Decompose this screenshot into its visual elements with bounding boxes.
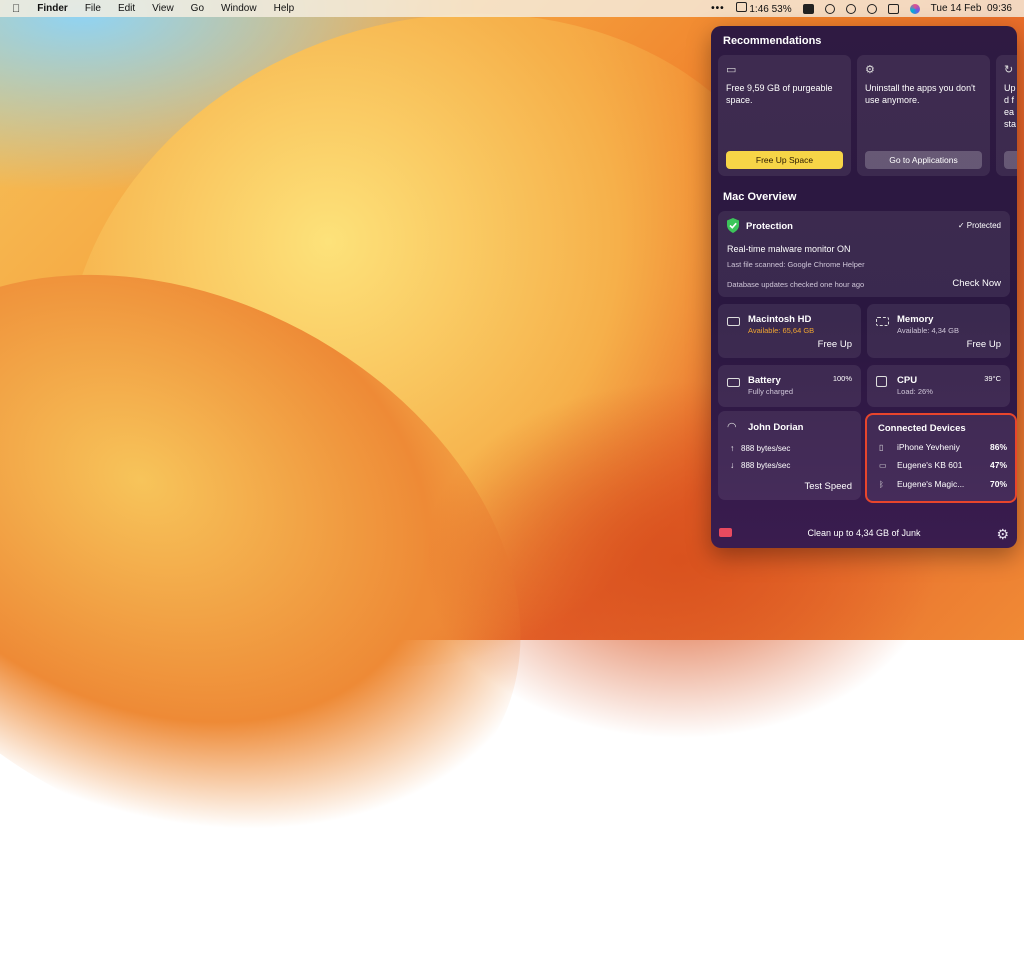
device-name: iPhone Yevheniy [897, 442, 960, 452]
vpn-icon[interactable] [824, 3, 835, 14]
cpu-temperature: 39°C [984, 374, 1001, 383]
protection-card: Protection ✓ Protected Real-time malware… [718, 211, 1010, 297]
battery-text: 1:46 53% [749, 4, 792, 15]
recommendation-card-partial: ↻ Upd fea sta [996, 55, 1017, 176]
recommendation-button-partial[interactable] [1004, 151, 1017, 169]
battery-percent: 100% [832, 374, 852, 383]
control-center-icon[interactable] [887, 3, 899, 14]
menu-clock[interactable]: Tue 14 Feb 09:36 [931, 3, 1012, 14]
last-file-scanned: Last file scanned: Google Chrome Helper [727, 260, 865, 269]
memory-card[interactable]: Memory Available: 4,34 GB Free Up [867, 304, 1010, 358]
update-icon: ↻ [1004, 64, 1014, 76]
disk-available: Available: 65,64 GB [748, 326, 815, 335]
battery-state: Fully charged [748, 387, 794, 396]
device-name: Eugene's Magic... [897, 479, 965, 489]
gear-icon[interactable]: ⚙ [996, 526, 1009, 543]
device-name: Eugene's KB 601 [897, 460, 963, 470]
recommendation-card: ⚙ Uninstall the apps you don't use anymo… [857, 55, 990, 176]
menu-go[interactable]: Go [191, 3, 204, 14]
cleanmymac-menu-icon[interactable] [802, 3, 814, 14]
menu-bar:  Finder File Edit View Go Window Help •… [0, 0, 1024, 17]
database-update-status: Database updates checked one hour ago [727, 280, 865, 289]
protection-title: Protection [746, 221, 793, 232]
bluetooth-icon: ᛒ [879, 480, 884, 489]
recommendation-text: Upd fea sta [1004, 83, 1017, 129]
cpu-chip-icon [876, 376, 887, 387]
connected-devices-card[interactable]: Connected Devices ▯ iPhone Yevheniy 86% … [865, 413, 1017, 503]
free-up-space-button[interactable]: Free Up Space [726, 151, 843, 169]
battery-card[interactable]: Battery Fully charged 100% [718, 365, 861, 407]
memory-title: Memory [897, 314, 934, 325]
go-to-applications-button[interactable]: Go to Applications [865, 151, 982, 169]
cpu-load: Load: 26% [897, 387, 933, 396]
play-icon[interactable] [866, 3, 877, 14]
more-icon[interactable]: ••• [711, 3, 725, 14]
battery-title: Battery [748, 375, 781, 386]
cleanmymac-panel: Recommendations ▭ Free 9,59 GB of purgea… [711, 26, 1017, 548]
siri-icon[interactable] [909, 3, 920, 14]
disk-icon: ▭ [726, 64, 737, 76]
device-battery: 70% [989, 479, 1007, 489]
recommendations-title: Recommendations [723, 35, 822, 47]
recommendation-text: Free 9,59 GB of purgeable space. [726, 83, 833, 105]
apps-icon: ⚙ [865, 64, 875, 76]
apple-menu-icon[interactable]:  [12, 3, 20, 15]
disk-free-up-button[interactable]: Free Up [818, 339, 852, 350]
memory-chip-icon [876, 317, 889, 326]
clean-junk-link[interactable]: Clean up to 4,34 GB of Junk [711, 528, 1017, 538]
menu-help[interactable]: Help [274, 3, 295, 14]
menu-window[interactable]: Window [221, 3, 257, 14]
iphone-icon: ▯ [879, 443, 884, 452]
battery-status[interactable]: 1:46 53% [735, 2, 792, 15]
mac-overview-title: Mac Overview [723, 191, 797, 203]
battery-icon [727, 378, 740, 387]
memory-available: Available: 4,34 GB [897, 326, 959, 335]
device-row[interactable]: ▯ iPhone Yevheniy 86% [879, 442, 1007, 454]
disk-title: Macintosh HD [748, 314, 812, 325]
device-row[interactable]: ▭ Eugene's KB 601 47% [879, 460, 1007, 472]
network-card[interactable]: ◠ John Dorian ↑ 888 bytes/sec ↓ 888 byte… [718, 411, 861, 500]
cpu-card[interactable]: CPU Load: 26% 39°C [867, 365, 1010, 407]
keyboard-icon: ▭ [879, 461, 887, 470]
device-battery: 86% [989, 442, 1007, 452]
download-arrow-icon: ↓ [730, 460, 735, 470]
hard-drive-icon [727, 317, 740, 326]
monitor-status: Real-time malware monitor ON [727, 244, 851, 254]
upload-arrow-icon: ↑ [730, 443, 735, 453]
network-name: John Dorian [748, 422, 804, 433]
device-battery: 47% [989, 460, 1007, 470]
protected-status: ✓ Protected [958, 221, 1001, 230]
battery-icon [735, 2, 747, 12]
wifi-icon: ◠ [727, 421, 737, 433]
upload-speed: 888 bytes/sec [741, 444, 791, 453]
protected-status-text: Protected [966, 221, 1001, 230]
menu-file[interactable]: File [85, 3, 101, 14]
disk-card[interactable]: Macintosh HD Available: 65,64 GB Free Up [718, 304, 861, 358]
recommendation-text: Uninstall the apps you don't use anymore… [865, 83, 976, 105]
clock-icon[interactable] [845, 3, 856, 14]
menu-edit[interactable]: Edit [118, 3, 135, 14]
recommendation-card: ▭ Free 9,59 GB of purgeable space. Free … [718, 55, 851, 176]
menu-view[interactable]: View [152, 3, 174, 14]
device-row[interactable]: ᛒ Eugene's Magic... 70% [879, 479, 1007, 491]
memory-free-up-button[interactable]: Free Up [967, 339, 1001, 350]
cpu-title: CPU [897, 375, 918, 386]
download-speed: 888 bytes/sec [741, 461, 791, 470]
shield-icon [727, 218, 739, 233]
menu-app-name[interactable]: Finder [37, 3, 68, 14]
test-speed-button[interactable]: Test Speed [804, 481, 852, 492]
check-now-button[interactable]: Check Now [952, 278, 1001, 289]
connected-devices-title: Connected Devices [878, 423, 966, 434]
checkmark-icon: ✓ [957, 221, 965, 230]
